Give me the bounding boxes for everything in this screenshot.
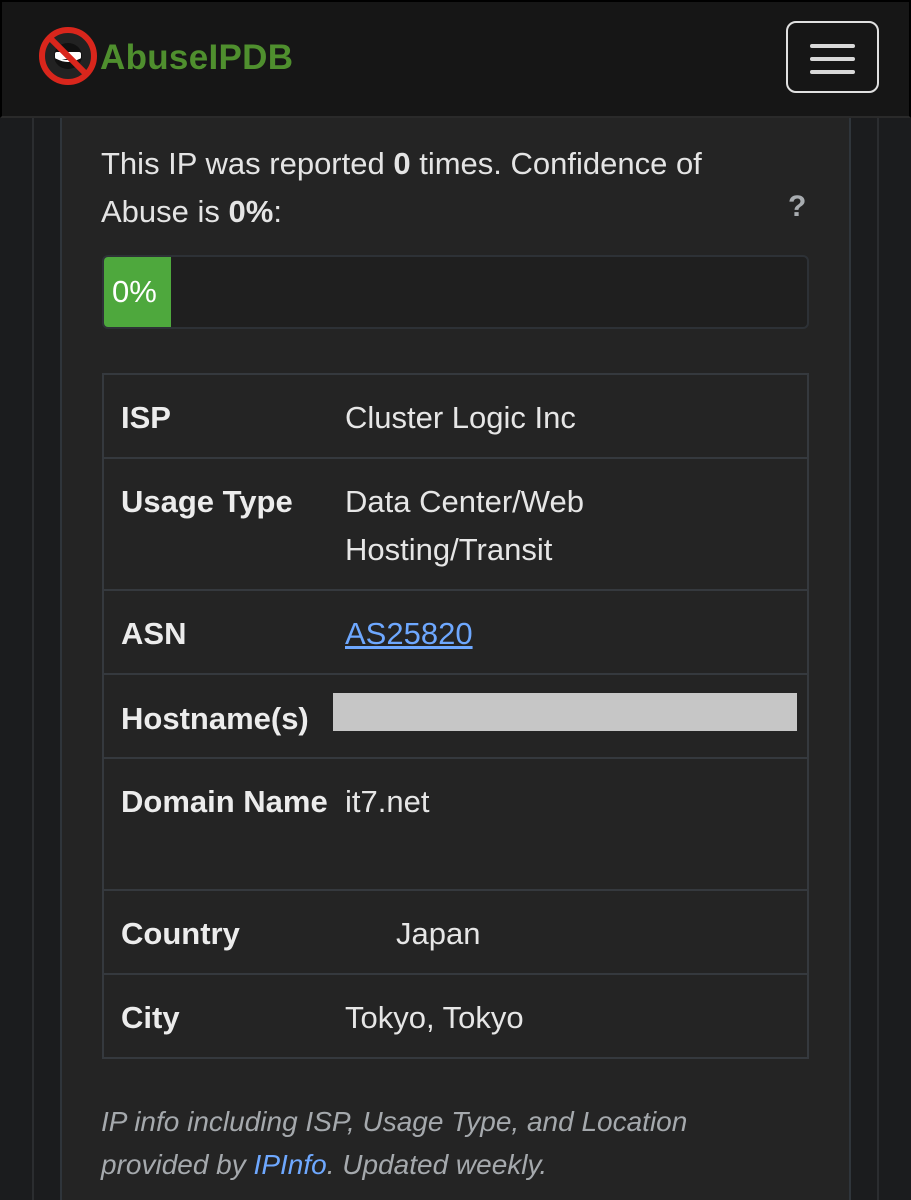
report-summary: This IP was reported 0 times. Confidence… (101, 140, 771, 236)
ipinfo-link[interactable]: IPInfo (254, 1149, 327, 1180)
attribution-text: . Updated weekly. (326, 1149, 548, 1180)
outer-border-right (877, 118, 879, 1200)
asn-link[interactable]: AS25820 (345, 616, 473, 651)
table-row: Hostname(s) (103, 673, 808, 758)
usage-type-value: Data Center/Web Hosting/Transit (328, 457, 808, 590)
table-row: Country Japan (103, 889, 808, 974)
country-value: Japan (396, 916, 481, 951)
city-value: Tokyo, Tokyo (328, 973, 808, 1058)
row-label: ISP (121, 400, 171, 435)
ip-info-attribution: IP info including ISP, Usage Type, and L… (101, 1100, 801, 1186)
domain-value: it7.net (328, 757, 808, 890)
table-row: ISP Cluster Logic Inc (103, 374, 808, 458)
confidence-value: 0% (228, 194, 274, 229)
table-row: Domain Name it7.net (103, 757, 808, 890)
isp-value: Cluster Logic Inc (345, 400, 576, 435)
brand-name[interactable]: AbuseIPDB (100, 38, 293, 78)
table-row: ASN AS25820 (103, 589, 808, 674)
row-label: Domain Name (103, 757, 328, 890)
help-icon[interactable]: ? (788, 190, 806, 224)
top-navbar: AbuseIPDB (0, 0, 911, 118)
menu-toggle-button[interactable] (786, 21, 879, 93)
summary-text: This IP was reported (101, 146, 394, 181)
country-value-cell: Japan (328, 889, 808, 974)
row-label: ASN (103, 589, 328, 674)
summary-text: : (273, 194, 282, 229)
row-label: Usage Type (103, 457, 328, 590)
asn-value-cell: AS25820 (328, 589, 808, 674)
hamburger-menu-icon (810, 70, 855, 74)
report-count: 0 (393, 146, 411, 181)
row-label: Hostname(s) (103, 673, 328, 758)
no-abuse-logo-icon[interactable] (38, 26, 98, 86)
hostname-value-cell (328, 673, 808, 758)
redacted-hostname (333, 693, 797, 731)
hamburger-menu-icon (810, 57, 855, 61)
table-row: City Tokyo, Tokyo (103, 973, 808, 1058)
hamburger-menu-icon (810, 44, 855, 48)
ip-info-table: ISP Cluster Logic Inc Usage Type Data Ce… (102, 373, 809, 1059)
progress-label: 0% (112, 274, 157, 309)
row-label: City (103, 973, 328, 1058)
row-label: Country (103, 889, 328, 974)
confidence-progress-bar: 0% (102, 255, 809, 329)
outer-border-left (32, 118, 34, 1200)
table-row: Usage Type Data Center/Web Hosting/Trans… (103, 457, 808, 590)
progress-fill: 0% (104, 257, 172, 327)
